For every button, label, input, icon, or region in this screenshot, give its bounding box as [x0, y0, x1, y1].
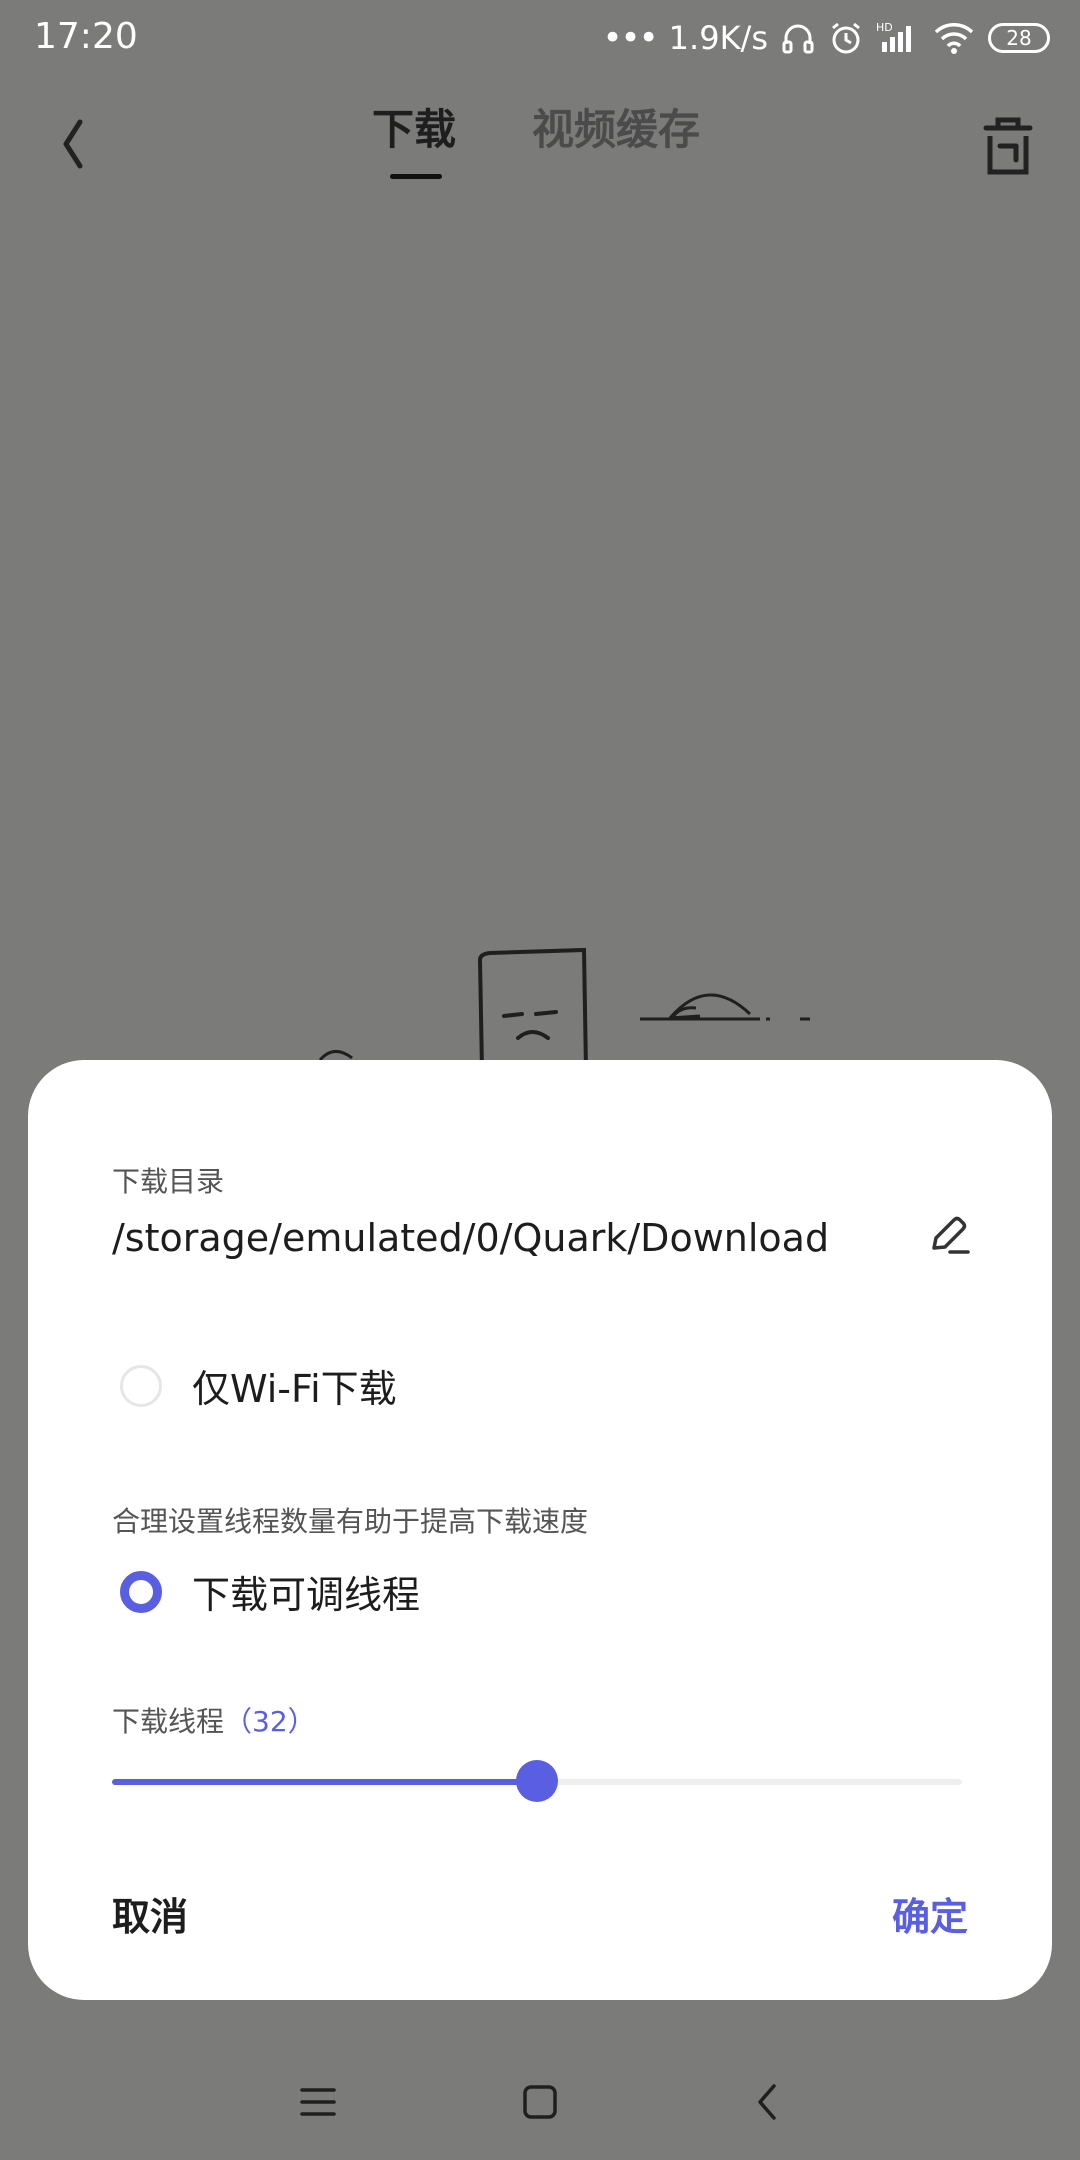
confirm-button[interactable]: 确定	[892, 1886, 968, 1941]
thread-hint: 合理设置线程数量有助于提高下载速度	[112, 1505, 589, 1538]
wifi-only-label: 仅Wi-Fi下载	[192, 1367, 397, 1411]
tab-video-cache[interactable]: 视频缓存	[532, 96, 700, 179]
status-icons: ••• 1.9K/s HD 28	[602, 14, 1050, 62]
trash-icon[interactable]	[980, 116, 1036, 178]
pencil-icon[interactable]	[926, 1212, 972, 1258]
tab-download[interactable]: 下载	[372, 96, 456, 179]
battery-icon: 28	[988, 23, 1050, 53]
signal-dots-icon: •••	[602, 18, 659, 58]
thread-slider[interactable]	[112, 1760, 962, 1804]
download-dir-label: 下载目录	[112, 1165, 225, 1198]
download-dir-value: /storage/emulated/0/Quark/Download	[112, 1216, 830, 1260]
status-bar: 17:20 ••• 1.9K/s HD 28	[0, 0, 1080, 76]
slider-thumb[interactable]	[516, 1760, 558, 1802]
header: 下载 视频缓存	[0, 96, 1080, 206]
headphones-icon	[782, 24, 814, 54]
empty-state-illustration	[318, 947, 810, 1072]
back-icon[interactable]	[738, 2072, 798, 2132]
network-speed: 1.9K/s	[668, 19, 768, 57]
chevron-left-icon[interactable]	[44, 108, 104, 180]
thread-count-label: 下载线程（32）	[112, 1700, 316, 1740]
thread-count-value: （32）	[224, 1705, 316, 1738]
alarm-icon	[832, 22, 860, 54]
adjustable-thread-option[interactable]: 下载可调线程	[120, 1564, 420, 1619]
tab-bar: 下载 视频缓存	[372, 96, 700, 179]
wifi-only-option[interactable]: 仅Wi-Fi下载	[120, 1358, 397, 1413]
svg-text:HD: HD	[876, 21, 893, 34]
menu-icon[interactable]	[288, 2072, 348, 2132]
cancel-button[interactable]: 取消	[112, 1886, 188, 1941]
slider-fill	[112, 1779, 537, 1785]
battery-level: 28	[1006, 26, 1032, 50]
adjustable-thread-radio[interactable]	[120, 1570, 162, 1613]
download-settings-dialog: 下载目录 /storage/emulated/0/Quark/Download …	[28, 1060, 1052, 2000]
status-time: 17:20	[34, 16, 138, 57]
adjustable-thread-label: 下载可调线程	[192, 1573, 421, 1617]
thread-label-text: 下载线程	[112, 1705, 225, 1738]
home-icon[interactable]	[510, 2072, 570, 2132]
hd-signal-icon: HD	[876, 21, 911, 52]
wifi-only-radio[interactable]	[120, 1364, 162, 1407]
wifi-icon	[934, 23, 974, 54]
system-nav-bar	[0, 2040, 1080, 2160]
